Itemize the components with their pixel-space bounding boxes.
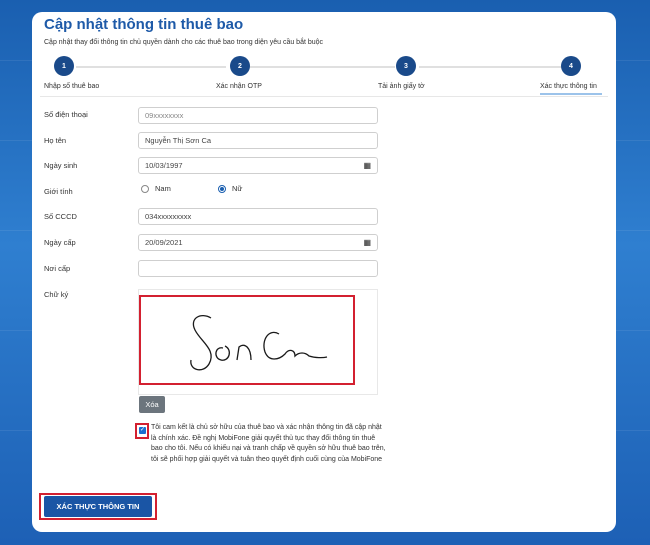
step-1-label: Nhập số thuê bao xyxy=(44,83,100,90)
dob-field[interactable]: 10/03/1997 ▦ xyxy=(138,157,378,174)
step-2-circle: 2 xyxy=(230,56,250,76)
name-field[interactable]: Nguyễn Thị Sơn Ca xyxy=(138,132,378,149)
signature-highlight xyxy=(139,295,355,385)
active-step-indicator xyxy=(540,93,602,95)
issue-date-label: Ngày cấp xyxy=(44,238,76,247)
commitment-checkbox[interactable]: ✓ xyxy=(139,427,146,434)
name-label: Họ tên xyxy=(44,136,67,145)
step-3-circle: 3 xyxy=(396,56,416,76)
issue-place-label: Nơi cấp xyxy=(44,264,71,273)
verify-info-button[interactable]: XÁC THỰC THÔNG TIN xyxy=(44,496,152,517)
calendar-icon[interactable]: ▦ xyxy=(363,161,371,170)
step-3-label: Tải ảnh giấy tờ xyxy=(378,83,425,90)
signature-label: Chữ ký xyxy=(44,290,69,299)
dob-value: 10/03/1997 xyxy=(145,161,183,170)
gender-male-label: Nam xyxy=(155,184,171,193)
checkmark-icon: ✓ xyxy=(139,427,146,433)
radio-male[interactable] xyxy=(141,184,149,193)
step-4-label: Xác thực thông tin xyxy=(540,83,597,90)
cccd-label: Số CCCD xyxy=(44,212,77,221)
dob-label: Ngày sinh xyxy=(44,161,78,170)
gender-label: Giới tính xyxy=(44,187,73,196)
phone-field[interactable]: 09xxxxxxxx xyxy=(138,107,378,124)
issue-place-field[interactable] xyxy=(138,260,378,277)
gender-option-female[interactable]: Nữ xyxy=(218,184,242,193)
clear-signature-button[interactable]: Xóa xyxy=(139,396,165,413)
issue-date-field[interactable]: 20/09/2021 ▦ xyxy=(138,234,378,251)
step-4-circle: 4 xyxy=(561,56,581,76)
cccd-value: 034xxxxxxxxx xyxy=(145,212,192,221)
phone-label: Số điện thoại xyxy=(44,110,88,119)
calendar-icon[interactable]: ▦ xyxy=(363,238,371,247)
form-card: Cập nhật thông tin thuê bao Cập nhật tha… xyxy=(32,12,616,532)
page-subtitle: Cập nhật thay đổi thông tin chủ quyền dà… xyxy=(44,39,324,46)
gender-option-male[interactable]: Nam xyxy=(141,184,171,193)
stepper: 1 Nhập số thuê bao 2 Xác nhận OTP 3 Tải … xyxy=(32,52,616,97)
page-title: Cập nhật thông tin thuê bao xyxy=(44,16,244,33)
issue-date-value: 20/09/2021 xyxy=(145,238,183,247)
commitment-text: Tôi cam kết là chủ sở hữu của thuê bao v… xyxy=(151,424,386,463)
phone-value: 09xxxxxxxx xyxy=(145,111,184,120)
name-value: Nguyễn Thị Sơn Ca xyxy=(145,136,212,145)
radio-female[interactable] xyxy=(218,184,226,193)
gender-female-label: Nữ xyxy=(232,184,243,193)
divider xyxy=(40,96,608,97)
cccd-field[interactable]: 034xxxxxxxxx xyxy=(138,208,378,225)
step-2-label: Xác nhận OTP xyxy=(216,83,262,90)
step-1-circle: 1 xyxy=(54,56,74,76)
